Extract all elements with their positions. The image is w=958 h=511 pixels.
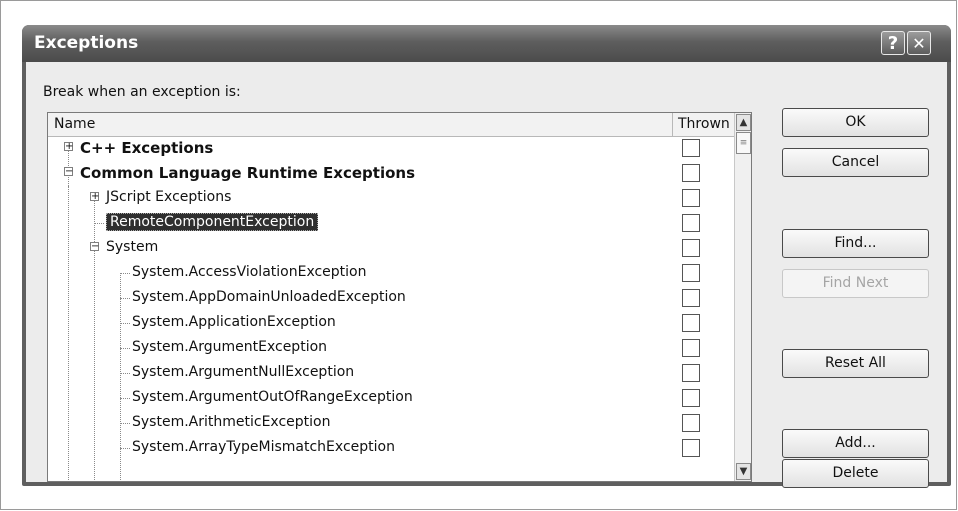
- thrown-checkbox[interactable]: [682, 364, 700, 382]
- tree-row-label[interactable]: System.ArgumentException: [132, 339, 327, 355]
- tree-line: [120, 348, 130, 349]
- dialog-client-area: Break when an exception is: Name Thrown …: [26, 62, 947, 488]
- close-button[interactable]: ✕: [907, 31, 931, 55]
- tree-row-label[interactable]: System.AppDomainUnloadedException: [132, 289, 406, 305]
- scroll-up-arrow-icon[interactable]: ▲: [736, 114, 751, 131]
- thrown-checkbox[interactable]: [682, 389, 700, 407]
- dialog-title: Exceptions: [34, 33, 139, 53]
- tree-row-label-selected[interactable]: RemoteComponentException: [106, 213, 319, 231]
- collapse-icon[interactable]: −: [64, 167, 73, 177]
- tree-row[interactable]: System.AppDomainUnloadedException: [48, 286, 734, 311]
- thrown-checkbox[interactable]: [682, 314, 700, 332]
- tree-line: [120, 298, 130, 299]
- thrown-checkbox[interactable]: [682, 139, 700, 157]
- thrown-checkbox[interactable]: [682, 439, 700, 457]
- help-button[interactable]: ?: [881, 31, 905, 55]
- exceptions-tree-list[interactable]: Name Thrown + C++ Exceptions − Common Langu…: [47, 112, 752, 482]
- tree-line: [120, 373, 130, 374]
- tree-line: [120, 448, 130, 449]
- find-next-button[interactable]: Find Next: [782, 269, 929, 298]
- tree-row[interactable]: + JScript Exceptions: [48, 186, 734, 211]
- tree-row-label[interactable]: System: [106, 239, 158, 255]
- thrown-checkbox[interactable]: [682, 189, 700, 207]
- tree-row[interactable]: System.ApplicationException: [48, 311, 734, 336]
- tree-line: [120, 273, 130, 274]
- reset-all-button[interactable]: Reset All: [782, 349, 929, 378]
- column-header-name[interactable]: Name: [54, 116, 95, 132]
- thrown-checkbox[interactable]: [682, 239, 700, 257]
- expand-icon[interactable]: +: [64, 142, 73, 152]
- tree-row[interactable]: RemoteComponentException: [48, 211, 734, 236]
- tree-row[interactable]: System.ArgumentOutOfRangeException: [48, 386, 734, 411]
- tree-row[interactable]: System.ArgumentNullException: [48, 361, 734, 386]
- tree-line: [94, 223, 104, 224]
- column-header-thrown[interactable]: Thrown: [678, 116, 730, 132]
- tree-row-label[interactable]: System.AccessViolationException: [132, 264, 367, 280]
- collapse-icon[interactable]: −: [90, 242, 99, 252]
- tree-row[interactable]: System.ArithmeticException: [48, 411, 734, 436]
- list-header: Name Thrown: [48, 113, 734, 137]
- scroll-thumb[interactable]: ≡: [736, 132, 751, 154]
- delete-button[interactable]: Delete: [782, 459, 929, 488]
- ok-button[interactable]: OK: [782, 108, 929, 137]
- expand-icon[interactable]: +: [90, 192, 99, 202]
- tree-row[interactable]: − Common Language Runtime Exceptions: [48, 161, 734, 186]
- tree-row[interactable]: + C++ Exceptions: [48, 136, 734, 161]
- tree-row[interactable]: System.AccessViolationException: [48, 261, 734, 286]
- column-divider[interactable]: [672, 113, 673, 136]
- tree-row-label[interactable]: System.ArithmeticException: [132, 414, 330, 430]
- thrown-checkbox[interactable]: [682, 289, 700, 307]
- tree-row[interactable]: System.ArrayTypeMismatchException: [48, 436, 734, 461]
- thrown-checkbox[interactable]: [682, 339, 700, 357]
- tree-line: [120, 398, 130, 399]
- add-button[interactable]: Add...: [782, 429, 929, 458]
- title-bar[interactable]: Exceptions ? ✕: [22, 25, 951, 62]
- thrown-checkbox[interactable]: [682, 264, 700, 282]
- tree-line: [120, 323, 130, 324]
- tree-line: [120, 423, 130, 424]
- tree-row[interactable]: − System: [48, 236, 734, 261]
- tree-row[interactable]: System.ArgumentException: [48, 336, 734, 361]
- thrown-checkbox[interactable]: [682, 164, 700, 182]
- thrown-checkbox[interactable]: [682, 214, 700, 232]
- thrown-checkbox[interactable]: [682, 414, 700, 432]
- exceptions-dialog: Exceptions ? ✕ Break when an exception i…: [22, 25, 951, 488]
- tree-row-label[interactable]: System.ArgumentNullException: [132, 364, 354, 380]
- scroll-down-arrow-icon[interactable]: ▼: [736, 463, 751, 480]
- tree-row-label[interactable]: Common Language Runtime Exceptions: [80, 164, 415, 182]
- tree-row-label[interactable]: System.ArrayTypeMismatchException: [132, 439, 395, 455]
- vertical-scrollbar[interactable]: ▲ ≡ ▼: [734, 113, 751, 481]
- find-button[interactable]: Find...: [782, 229, 929, 258]
- tree-row-label[interactable]: C++ Exceptions: [80, 139, 213, 157]
- tree-row-label[interactable]: System.ApplicationException: [132, 314, 336, 330]
- cancel-button[interactable]: Cancel: [782, 148, 929, 177]
- tree-row-label[interactable]: JScript Exceptions: [106, 189, 231, 205]
- break-prompt-label: Break when an exception is:: [43, 84, 241, 100]
- tree-row-label[interactable]: System.ArgumentOutOfRangeException: [132, 389, 413, 405]
